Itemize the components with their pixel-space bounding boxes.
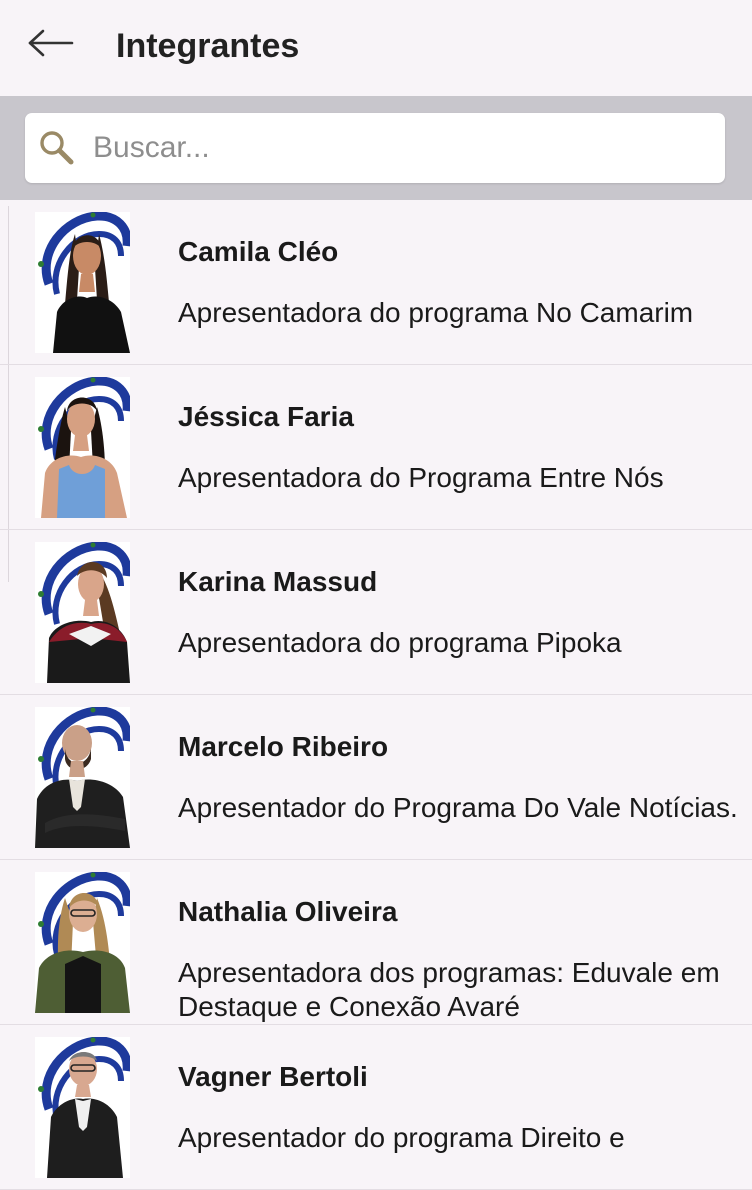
member-role: Apresentadora dos programas: Eduvale em …: [178, 957, 720, 1022]
list-item[interactable]: Marcelo Ribeiro Apresentador do Programa…: [0, 695, 752, 860]
member-name: Marcelo Ribeiro: [178, 731, 389, 762]
member-name: Vagner Bertoli: [178, 1061, 368, 1092]
list-item[interactable]: Nathalia Oliveira Apresentadora dos prog…: [0, 860, 752, 1025]
member-role: Apresentadora do programa No Camarim: [178, 297, 694, 328]
member-photo: [35, 212, 130, 353]
search-box[interactable]: [25, 113, 725, 183]
back-button[interactable]: [18, 20, 84, 66]
member-name: Jéssica Faria: [178, 401, 354, 432]
member-photo: [35, 707, 130, 848]
member-role: Apresentador do programa Direito e: [178, 1122, 625, 1153]
search-icon: [40, 131, 74, 165]
member-name: Camila Cléo: [178, 236, 339, 267]
list-item[interactable]: Camila Cléo Apresentadora do programa No…: [0, 200, 752, 365]
member-photo: [35, 1037, 130, 1178]
arrow-left-icon: [28, 29, 74, 57]
list-item[interactable]: Jéssica Faria Apresentadora do Programa …: [0, 365, 752, 530]
member-name: Karina Massud: [178, 566, 378, 597]
member-role: Apresentadora do programa Pipoka: [178, 627, 622, 658]
member-role: Apresentador do Programa Do Vale Notícia…: [178, 792, 738, 823]
member-photo: [35, 377, 130, 518]
member-photo: [35, 542, 130, 683]
member-photo: [35, 872, 130, 1013]
search-input[interactable]: [93, 113, 713, 183]
list-item[interactable]: Vagner Bertoli Apresentador do programa …: [0, 1025, 752, 1190]
member-name: Nathalia Oliveira: [178, 896, 398, 927]
search-bar: [0, 96, 752, 200]
page-title: Integrantes: [116, 27, 300, 65]
list-item[interactable]: Karina Massud Apresentadora do programa …: [0, 530, 752, 695]
app-header: Integrantes: [0, 0, 752, 96]
member-role: Apresentadora do Programa Entre Nós: [178, 462, 664, 493]
